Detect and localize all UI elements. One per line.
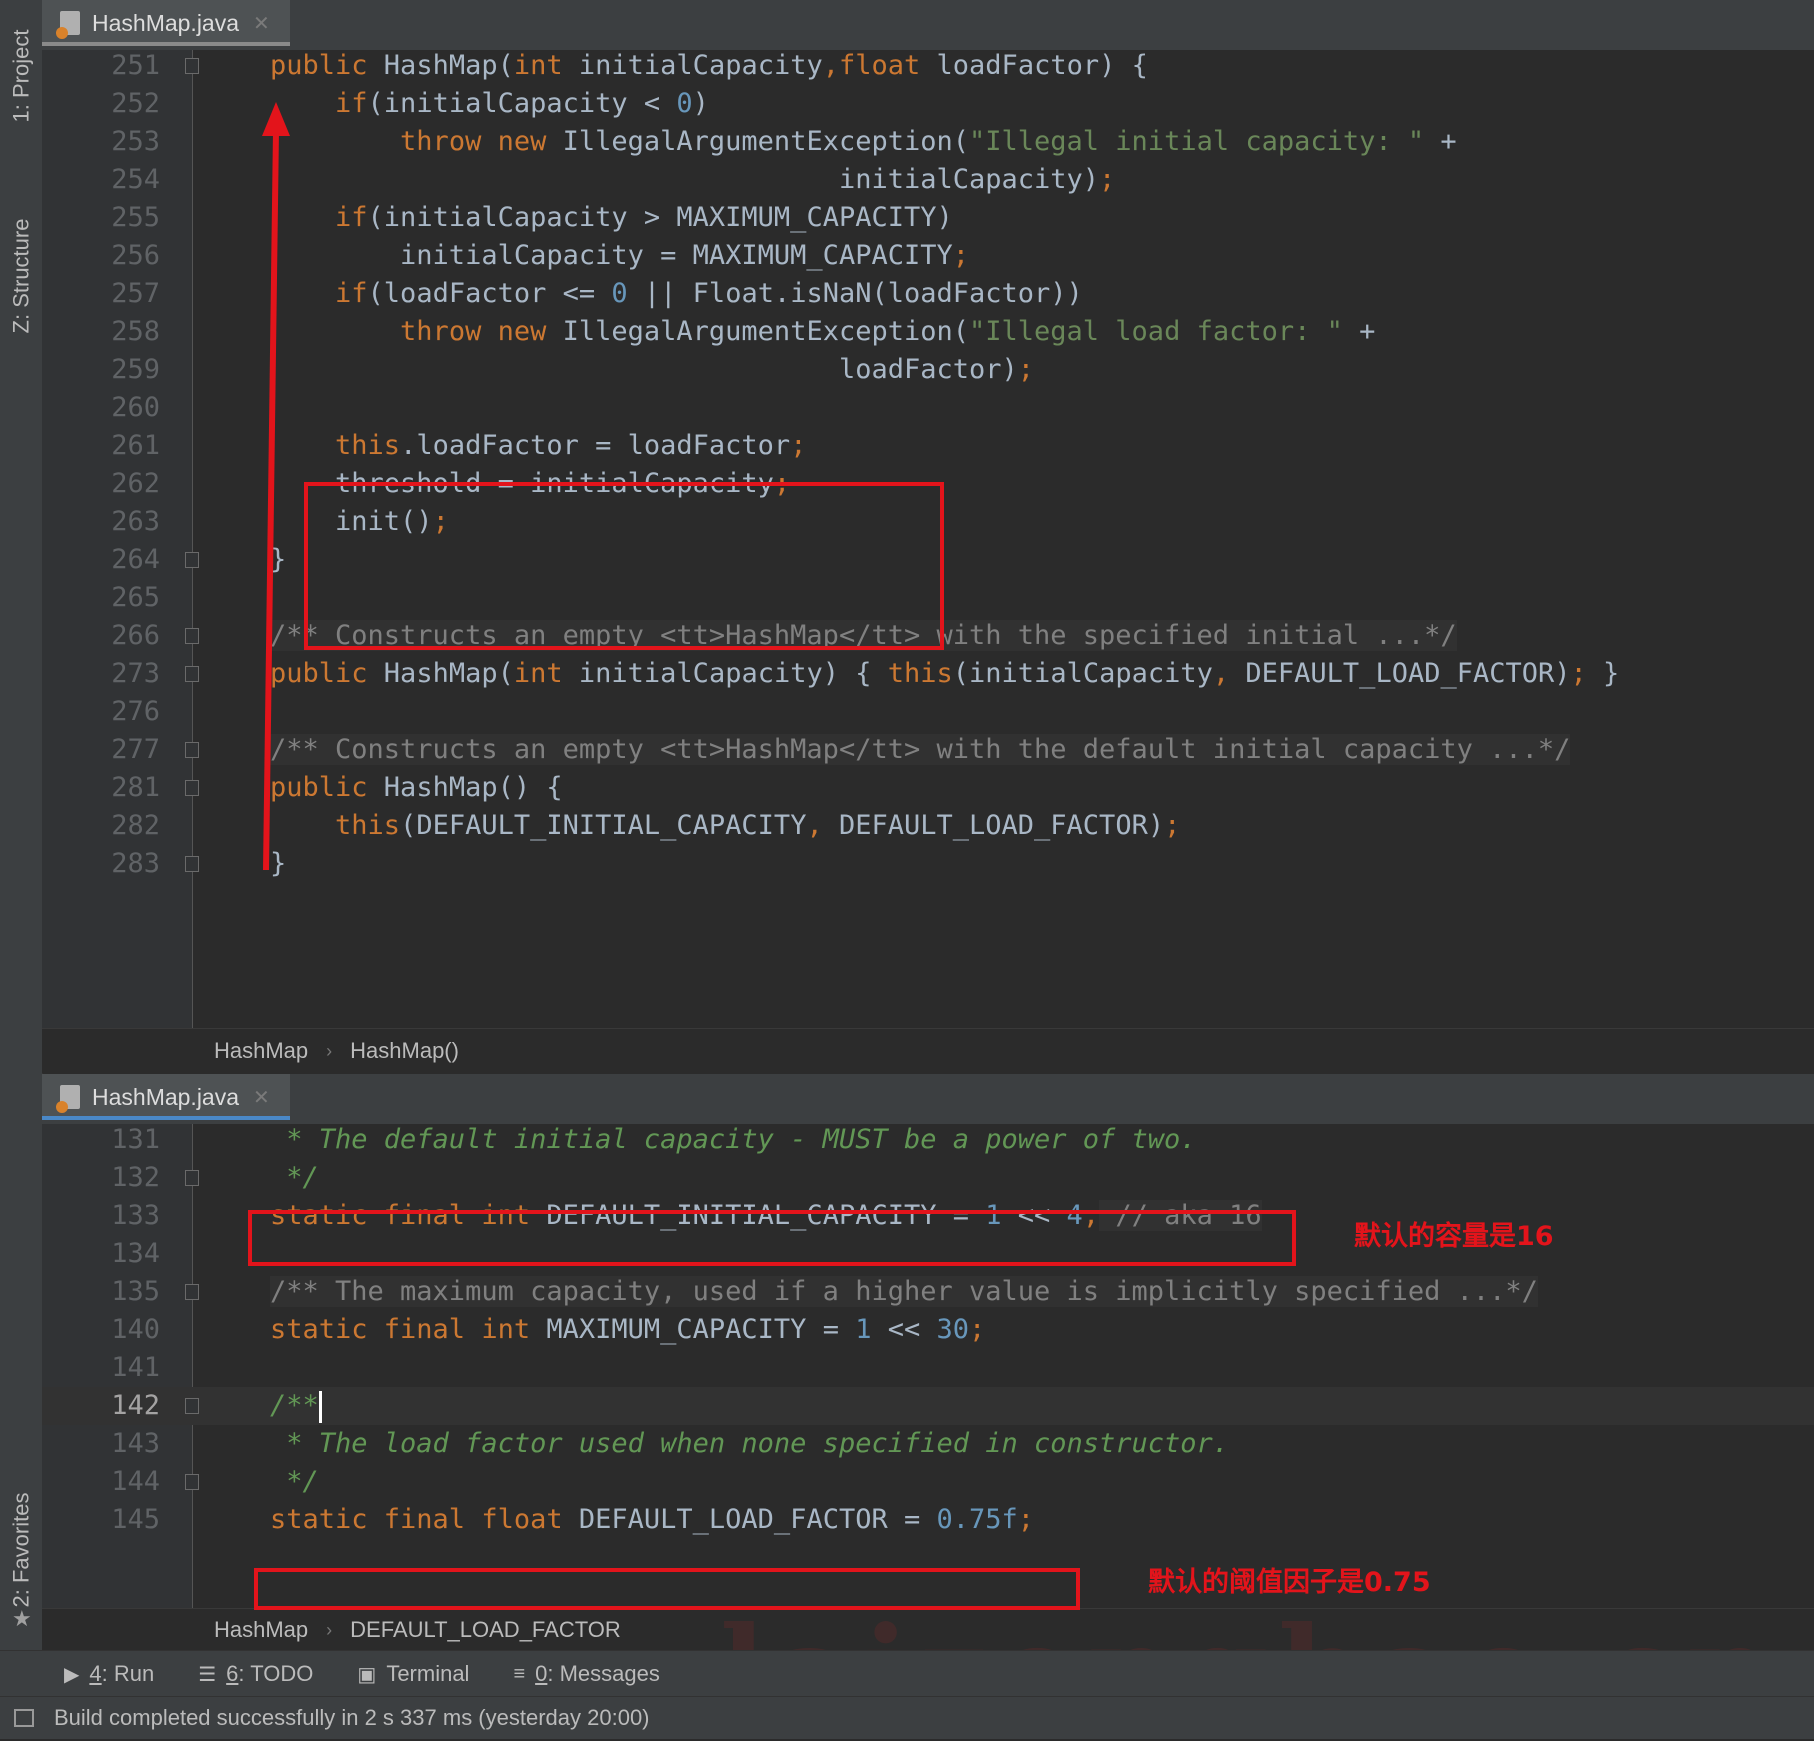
red-arrow [262, 102, 290, 871]
todo-label: : TODO [238, 1661, 314, 1686]
todo-shortcut: 6 [226, 1661, 239, 1686]
messages-icon: ≡ [513, 1662, 526, 1685]
tool-window-bar: ▶ 4: Run ☰ 6: TODO ▣ Terminal ≡ 0: Messa… [0, 1650, 1814, 1697]
messages-tool-button[interactable]: ≡ 0: Messages [513, 1661, 659, 1687]
terminal-label: Terminal [386, 1661, 470, 1686]
run-tool-button[interactable]: ▶ 4: Run [64, 1661, 154, 1687]
messages-shortcut: 0 [535, 1661, 548, 1686]
build-status-text: Build completed successfully in 2 s 337 … [54, 1705, 650, 1730]
layout-toggle-icon[interactable] [14, 1709, 34, 1727]
list-icon: ☰ [198, 1663, 217, 1686]
play-icon: ▶ [64, 1663, 80, 1686]
terminal-tool-button[interactable]: ▣ Terminal [357, 1661, 469, 1687]
status-bar: Build completed successfully in 2 s 337 … [0, 1696, 1814, 1739]
run-shortcut: 4 [89, 1661, 102, 1686]
terminal-icon: ▣ [357, 1663, 377, 1686]
messages-label: : Messages [547, 1661, 660, 1686]
todo-tool-button[interactable]: ☰ 6: TODO [198, 1661, 313, 1687]
run-label: : Run [101, 1661, 155, 1686]
